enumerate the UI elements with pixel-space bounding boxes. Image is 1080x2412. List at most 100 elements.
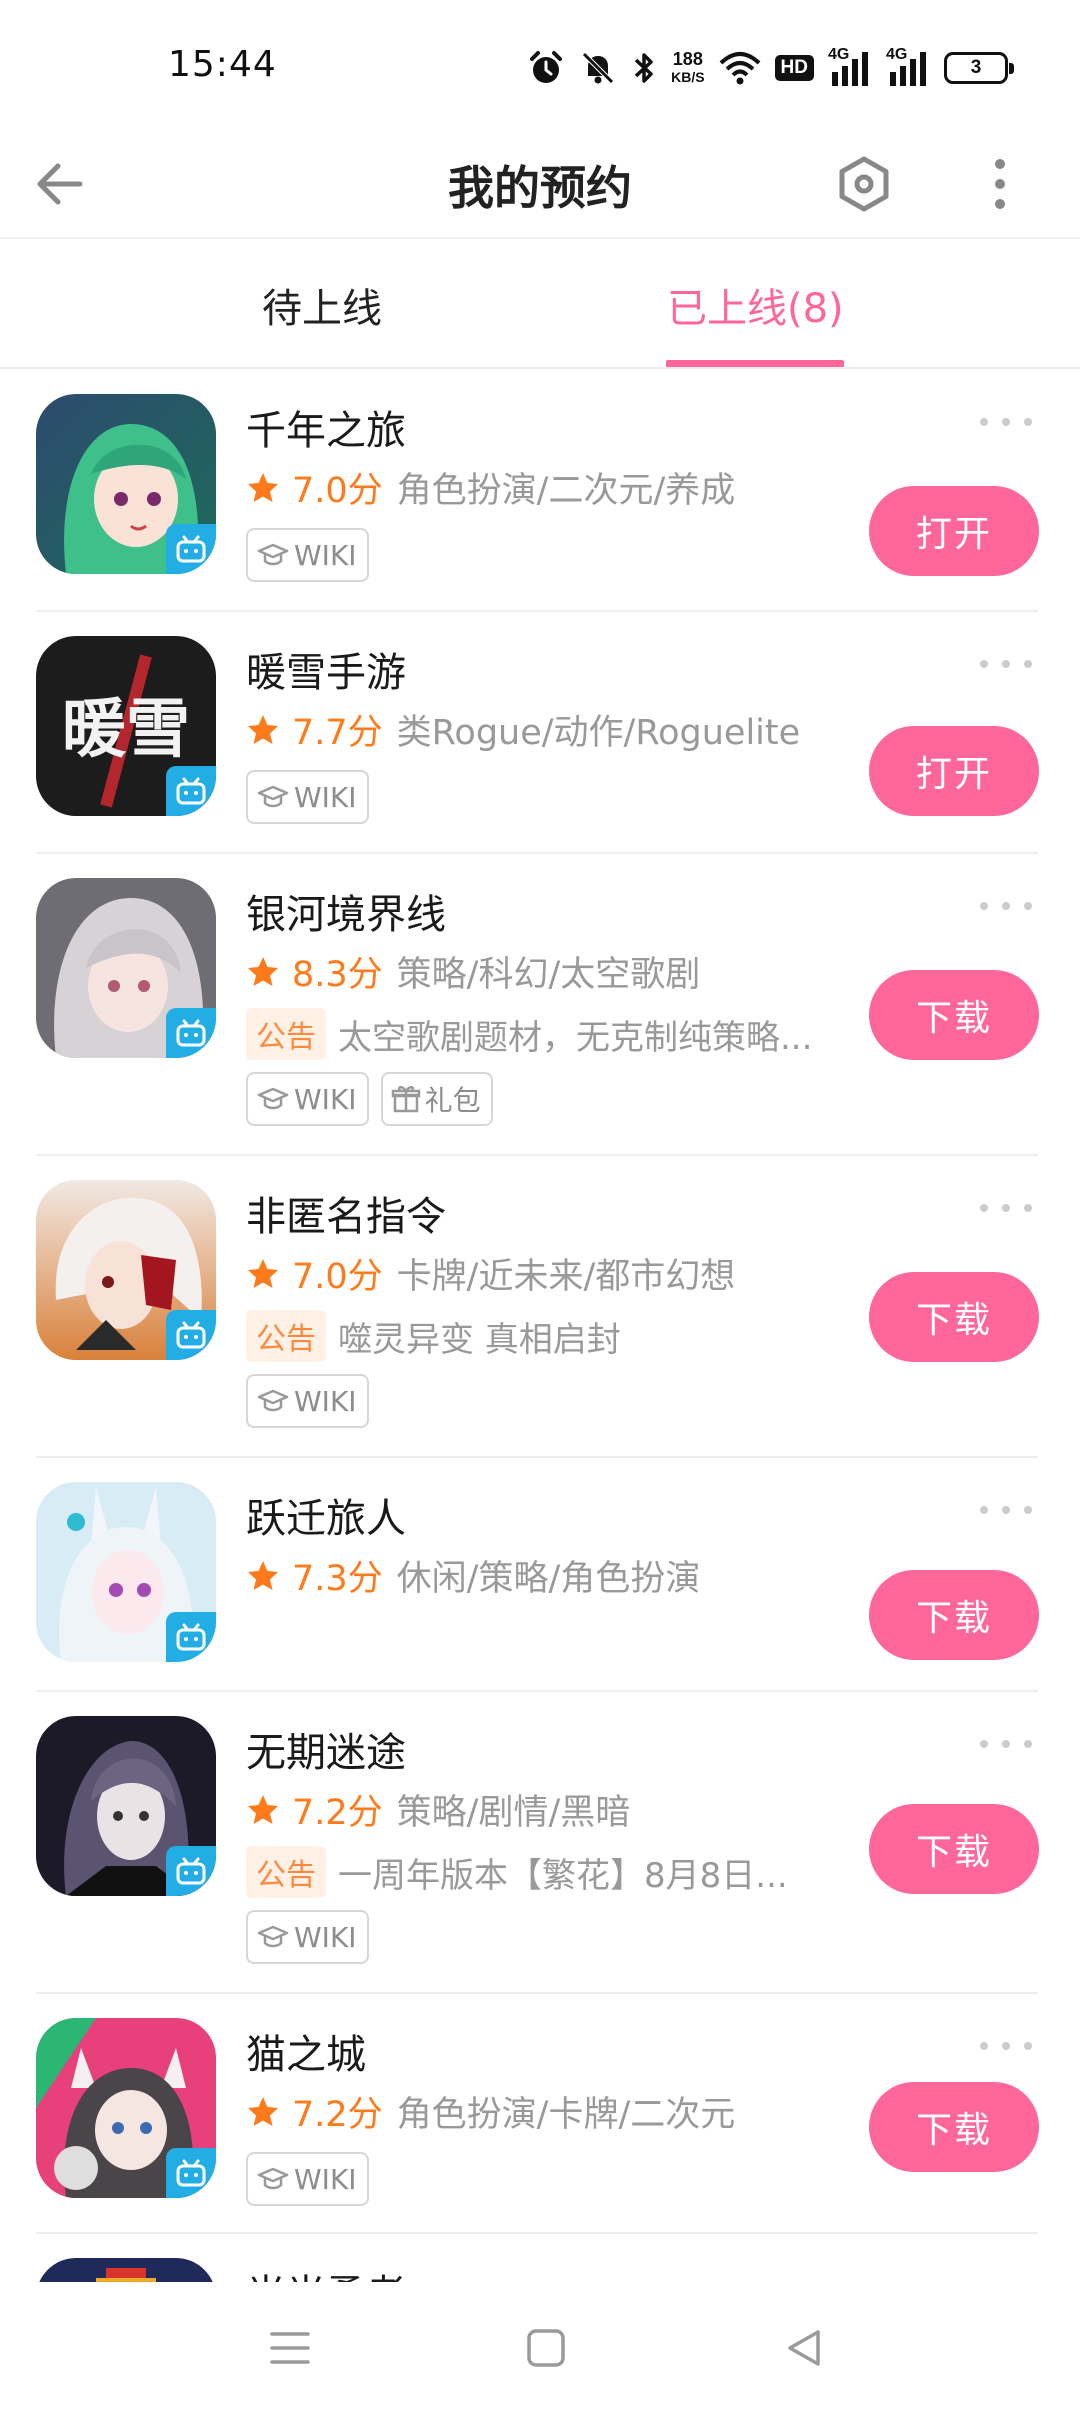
chip-group: WIKI 礼包 (246, 1072, 493, 1126)
tabs-divider (0, 367, 1080, 369)
download-button[interactable]: 下载 (869, 2082, 1039, 2172)
game-name[interactable]: 跃迁旅人 (246, 1486, 406, 1544)
game-icon-art (36, 2258, 216, 2282)
rating-line: 7.2分 角色扮演/卡牌/二次元 (246, 2086, 735, 2137)
graduation-cap-icon (257, 543, 289, 566)
list-item[interactable]: 跃迁旅人 7.3分 休闲/策略/角色扮演 下载 (0, 1458, 1080, 1692)
settings-button[interactable] (828, 148, 900, 220)
game-name[interactable]: 猫之城 (246, 2022, 366, 2080)
header-divider (0, 237, 1080, 239)
bilibili-badge-icon (166, 2148, 216, 2198)
game-score: 7.0分 (292, 471, 383, 511)
star-icon (246, 1559, 280, 1593)
tab-online[interactable]: 已上线(8) (667, 276, 844, 334)
graduation-cap-icon (257, 2167, 289, 2190)
graduation-cap-icon (257, 785, 289, 808)
row-more-button[interactable] (976, 1732, 1036, 1756)
chip-group: WIKI (246, 1910, 369, 1964)
game-icon[interactable] (36, 878, 216, 1058)
star-icon (246, 471, 280, 505)
graduation-cap-icon (257, 1389, 289, 1412)
row-more-button[interactable] (976, 410, 1036, 434)
game-score: 8.3分 (292, 955, 383, 995)
wiki-chip[interactable]: WIKI (246, 1072, 369, 1126)
home-button[interactable] (510, 2312, 582, 2384)
game-name[interactable]: 银河境界线 (246, 882, 446, 940)
game-score: 7.2分 (292, 2095, 383, 2135)
mute-icon (579, 49, 617, 87)
game-name[interactable]: 光光勇者 (246, 2262, 406, 2282)
game-name[interactable]: 无期迷途 (246, 1720, 406, 1778)
game-name[interactable]: 千年之旅 (246, 398, 406, 456)
row-more-button[interactable] (976, 1196, 1036, 1220)
list-item[interactable]: 无期迷途 7.2分 策略/剧情/黑暗 公告 一周年版本【繁花】8月8日... W… (0, 1692, 1080, 1994)
list-item[interactable]: 非匿名指令 7.0分 卡牌/近未来/都市幻想 公告 噬灵异变 真相启封 WIKI… (0, 1156, 1080, 1458)
bluetooth-icon (631, 49, 657, 87)
wiki-chip[interactable]: WIKI (246, 528, 369, 582)
graduation-cap-icon (257, 1087, 289, 1110)
download-button[interactable]: 下载 (869, 1570, 1039, 1660)
gift-icon (391, 1086, 420, 1113)
game-tags: 角色扮演/卡牌/二次元 (396, 2095, 736, 2135)
game-icon-text: 暖雪 (62, 692, 190, 767)
notice-text: 一周年版本【繁花】8月8日... (338, 1855, 788, 1896)
list-item[interactable]: 暖雪 暖雪手游 7.7分 类Rogue/动作/Roguelite WIKI 打开 (0, 612, 1080, 854)
row-more-button[interactable] (976, 1498, 1036, 1522)
header: 我的预约 (0, 130, 1080, 239)
game-name[interactable]: 非匿名指令 (246, 1184, 446, 1242)
game-icon[interactable] (36, 2018, 216, 2198)
download-button[interactable]: 下载 (869, 970, 1039, 1060)
chip-group: WIKI (246, 770, 369, 824)
row-more-button[interactable] (976, 894, 1036, 918)
game-icon[interactable]: 暖雪 (36, 636, 216, 816)
list-item[interactable]: 猫之城 7.2分 角色扮演/卡牌/二次元 WIKI 下载 (0, 1994, 1080, 2234)
wiki-chip[interactable]: WIKI (246, 2152, 369, 2206)
bilibili-badge-icon (166, 1846, 216, 1896)
gift-chip[interactable]: 礼包 (380, 1072, 493, 1126)
wiki-chip[interactable]: WIKI (246, 1910, 369, 1964)
list-item[interactable]: 光光勇者 (0, 2234, 1080, 2282)
game-icon[interactable] (36, 2258, 216, 2282)
recent-apps-button[interactable] (254, 2312, 326, 2384)
download-button[interactable]: 下载 (869, 1272, 1039, 1362)
tab-pending[interactable]: 待上线 (262, 276, 382, 334)
notice-label: 公告 (246, 1310, 326, 1362)
wiki-chip[interactable]: WIKI (246, 1374, 369, 1428)
status-time: 15:44 (168, 44, 277, 85)
notice-line[interactable]: 公告 噬灵异变 真相启封 (246, 1310, 838, 1362)
status-icons: 188 KB/S HD 4G 4G 3 (527, 44, 1014, 92)
signal-icon-2: 4G (886, 46, 930, 88)
rating-line: 7.0分 卡牌/近未来/都市幻想 (246, 1248, 735, 1299)
game-name[interactable]: 暖雪手游 (246, 640, 406, 698)
bilibili-badge-icon (166, 1612, 216, 1662)
game-tags: 类Rogue/动作/Roguelite (396, 713, 801, 753)
open-button[interactable]: 打开 (869, 726, 1039, 816)
back-nav-button[interactable] (768, 2312, 840, 2384)
notice-text: 噬灵异变 真相启封 (338, 1319, 621, 1360)
star-icon (246, 2095, 280, 2129)
open-button[interactable]: 打开 (869, 486, 1039, 576)
notice-line[interactable]: 公告 一周年版本【繁花】8月8日... (246, 1846, 798, 1898)
alarm-icon (527, 49, 565, 87)
game-icon[interactable] (36, 394, 216, 574)
wiki-chip[interactable]: WIKI (246, 770, 369, 824)
bilibili-badge-icon (166, 524, 216, 574)
notice-line[interactable]: 公告 太空歌剧题材，无克制纯策略... (246, 1008, 838, 1060)
download-button[interactable]: 下载 (869, 1804, 1039, 1894)
row-more-button[interactable] (976, 652, 1036, 676)
game-icon[interactable] (36, 1482, 216, 1662)
list-item[interactable]: 银河境界线 8.3分 策略/科幻/太空歌剧 公告 太空歌剧题材，无克制纯策略..… (0, 854, 1080, 1156)
row-more-button[interactable] (976, 2034, 1036, 2058)
game-icon[interactable] (36, 1180, 216, 1360)
chip-group: WIKI (246, 2152, 369, 2206)
game-icon[interactable] (36, 1716, 216, 1896)
rating-line: 7.3分 休闲/策略/角色扮演 (246, 1550, 700, 1601)
game-score: 7.2分 (292, 1793, 383, 1833)
star-icon (246, 713, 280, 747)
game-tags: 休闲/策略/角色扮演 (396, 1559, 701, 1599)
net-speed: 188 KB/S (671, 49, 705, 85)
more-options-button[interactable] (964, 148, 1036, 220)
game-list[interactable]: 千年之旅 7.0分 角色扮演/二次元/养成 WIKI 打开 暖雪 暖雪手游 7.… (0, 370, 1080, 2282)
list-item[interactable]: 千年之旅 7.0分 角色扮演/二次元/养成 WIKI 打开 (0, 370, 1080, 612)
game-score: 7.3分 (292, 1559, 383, 1599)
